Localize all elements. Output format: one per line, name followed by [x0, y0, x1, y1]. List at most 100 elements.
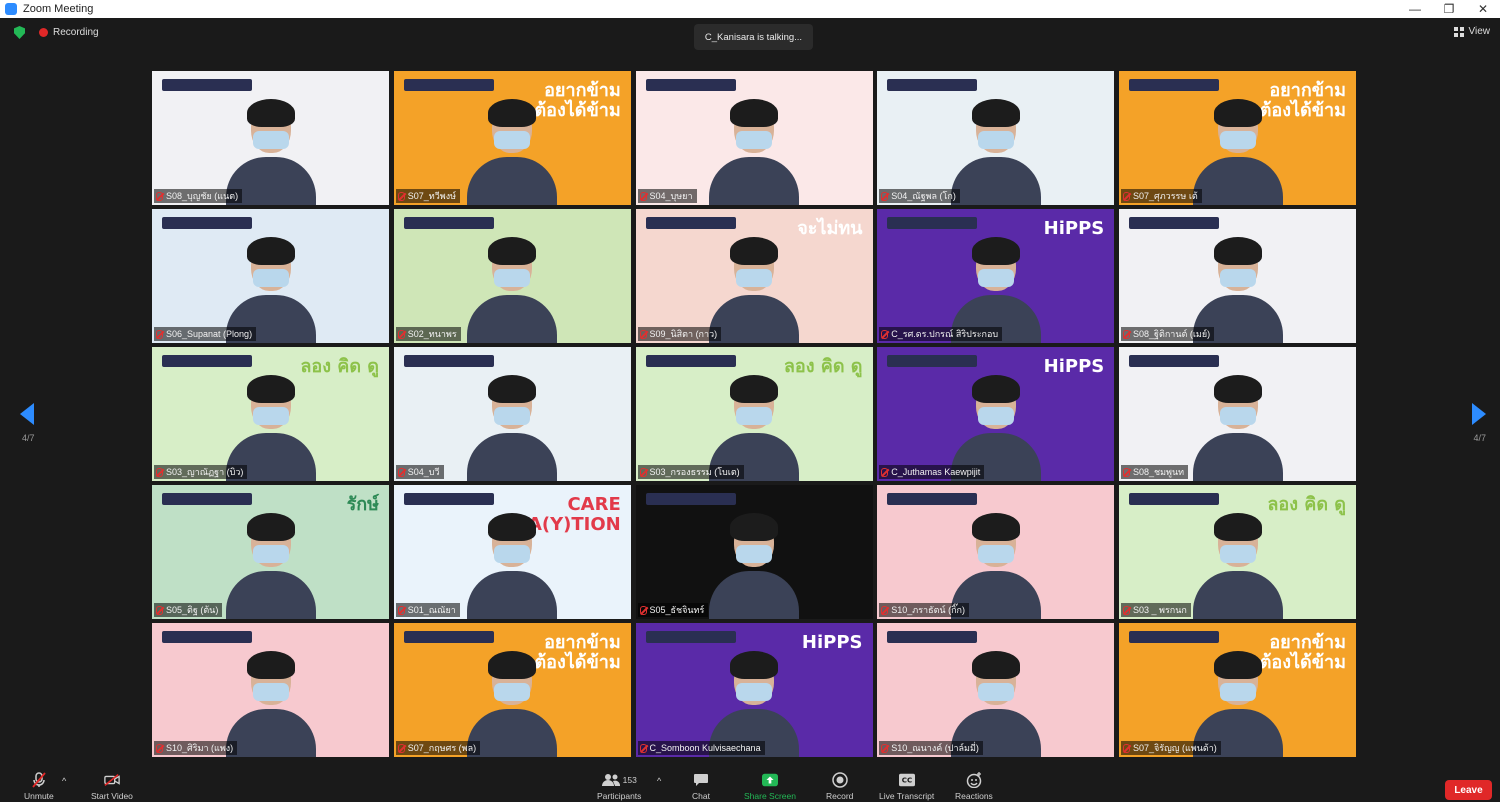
participant-name-label: C_Juthamas Kaewpijit — [879, 465, 985, 479]
muted-mic-icon — [1123, 191, 1130, 201]
muted-mic-icon — [397, 191, 405, 201]
muted-mic-icon — [1123, 743, 1130, 753]
participant-video-tile[interactable]: HiPPS C_รศ.ดร.ปกรณ์ สิริประกอบ — [877, 209, 1115, 343]
participant-video-tile[interactable]: HiPPS C_Somboon Kulvisaechana — [635, 623, 873, 757]
participant-name-text: S03_กรองธรรม (โบเต) — [649, 467, 740, 477]
background-banner — [403, 79, 494, 91]
participant-name-text: S05_ติฐ (ต้น) — [166, 605, 219, 615]
muted-mic-icon — [881, 605, 889, 615]
leave-button[interactable]: Leave — [1445, 780, 1492, 800]
participant-video-tile[interactable]: จะไม่ทน S09_นิสิตา (กาว) — [635, 209, 873, 343]
background-banner — [1129, 217, 1219, 229]
participant-video-tile[interactable]: S02_ทนาพร — [393, 209, 631, 343]
participant-video-tile[interactable]: ลอง คิด ดู S03_กรองธรรม (โบเต) — [635, 347, 873, 481]
participant-video-tile[interactable]: S04_บวี — [393, 347, 631, 481]
participant-video-tile[interactable]: รักษ์ S05_ติฐ (ต้น) — [152, 485, 389, 619]
participant-name-label: S08_บุญชัย (แนต) — [154, 189, 243, 203]
background-banner — [645, 631, 736, 643]
background-banner — [162, 79, 252, 91]
recording-dot-icon — [39, 28, 48, 37]
participant-silhouette — [467, 371, 558, 481]
muted-mic-icon — [639, 329, 647, 339]
participant-video-tile[interactable]: S06_Supanat (Plong) — [152, 209, 389, 343]
participant-name-label: C_Somboon Kulvisaechana — [637, 741, 765, 755]
participant-name-label: S07_จิรัญญ (แพนด้า) — [1121, 741, 1221, 755]
reactions-button[interactable]: Reactions — [955, 772, 993, 801]
participants-count: 153 — [622, 775, 637, 785]
participant-name-label: S03 _ พรกนก — [1121, 603, 1191, 617]
participant-video-tile[interactable]: S08_ฐิติกานต์ (เมย์) — [1119, 209, 1356, 343]
chat-button[interactable]: Chat — [692, 772, 710, 801]
muted-mic-icon — [397, 743, 405, 753]
participants-caret-icon[interactable]: ^ — [657, 776, 661, 786]
participant-video-tile[interactable]: HiPPS C_Juthamas Kaewpijit — [877, 347, 1115, 481]
participant-silhouette — [709, 95, 799, 205]
participant-video-tile[interactable]: อยากข้าม ต้องได้ข้าม S07_ทวีพงษ์ — [393, 71, 631, 205]
background-headline: HiPPS — [801, 632, 863, 653]
audio-options-caret-icon[interactable]: ^ — [62, 776, 66, 786]
participant-video-tile[interactable]: อยากข้าม ต้องได้ข้าม S07_กฤษศร (พล) — [393, 623, 631, 757]
participant-video-tile[interactable]: อยากข้าม ต้องได้ข้าม S07_ศุภวรรษ เต้ — [1119, 71, 1356, 205]
restore-button[interactable]: ❐ — [1432, 0, 1466, 18]
live-transcript-button[interactable]: CC Live Transcript — [879, 772, 934, 801]
participant-name-text: S01_ณณัยา — [407, 605, 456, 615]
participant-silhouette — [467, 233, 558, 343]
participant-video-tile[interactable]: S04_ณัฐพล (โก) — [877, 71, 1115, 205]
participant-silhouette — [709, 509, 799, 619]
close-button[interactable]: ✕ — [1466, 0, 1500, 18]
participant-video-tile[interactable]: S10_ภราธัตน์ (กิ๊ก) — [877, 485, 1115, 619]
participant-name-text: S07_จิรัญญ (แพนด้า) — [1133, 743, 1217, 753]
participant-video-tile[interactable]: CARE STA(Y)TION S01_ณณัยา — [393, 485, 631, 619]
participant-video-tile[interactable]: ลอง คิด ดู S03 _ พรกนก — [1119, 485, 1356, 619]
participant-name-text: S04_ณัฐพล (โก) — [891, 191, 956, 201]
participants-button[interactable]: 153 Participants — [597, 772, 641, 801]
minimize-button[interactable]: — — [1398, 0, 1432, 18]
muted-mic-icon — [156, 467, 163, 477]
previous-page-arrow-icon[interactable] — [20, 403, 34, 425]
participant-silhouette — [467, 647, 558, 757]
smiley-reaction-icon — [966, 772, 982, 788]
recording-indicator[interactable]: Recording — [39, 27, 99, 38]
participant-video-tile[interactable]: S10_ศิริมา (แพง) — [152, 623, 389, 757]
participant-name-text: S02_ทนาพร — [407, 329, 457, 339]
participant-name-text: S04_บวี — [407, 467, 440, 477]
participant-video-tile[interactable]: S05_ธัชจินทร์ — [635, 485, 873, 619]
participant-name-text: C_รศ.ดร.ปกรณ์ สิริประกอบ — [891, 329, 999, 339]
start-video-button[interactable]: Start Video — [91, 772, 133, 801]
muted-mic-icon — [397, 605, 405, 615]
background-banner — [645, 493, 736, 505]
participant-name-label: C_รศ.ดร.ปกรณ์ สิริประกอบ — [879, 327, 1003, 341]
background-banner — [887, 631, 978, 643]
view-button[interactable]: View — [1453, 26, 1490, 37]
participant-video-tile[interactable]: ลอง คิด ดู S03_ญาณัฏฐา (บิว) — [152, 347, 389, 481]
participant-video-tile[interactable]: S08_ชมพูนท — [1119, 347, 1356, 481]
participant-name-label: S07_ศุภวรรษ เต้ — [1121, 189, 1202, 203]
svg-text:CC: CC — [901, 776, 911, 785]
participant-silhouette — [1192, 371, 1283, 481]
participant-video-tile[interactable]: อยากข้าม ต้องได้ข้าม S07_จิรัญญ (แพนด้า) — [1119, 623, 1356, 757]
background-banner — [645, 355, 736, 367]
muted-mic-icon — [639, 467, 647, 477]
share-screen-button[interactable]: Share Screen — [744, 772, 796, 801]
next-page-arrow-icon[interactable] — [1472, 403, 1486, 425]
participant-silhouette — [225, 647, 316, 757]
participant-name-text: S08_ชมพูนท — [1133, 467, 1185, 477]
closed-caption-icon: CC — [898, 772, 915, 788]
participant-video-tile[interactable]: S10_ณนางค์ (ปาล์มมี่) — [877, 623, 1115, 757]
participant-video-tile[interactable]: S08_บุญชัย (แนต) — [152, 71, 389, 205]
zoom-app-icon — [5, 3, 17, 15]
participant-name-label: S03_กรองธรรม (โบเต) — [637, 465, 744, 479]
unmute-label: Unmute — [24, 791, 54, 801]
video-off-icon — [104, 772, 120, 788]
muted-mic-icon — [639, 743, 647, 753]
muted-mic-icon — [639, 605, 647, 615]
participant-silhouette — [950, 95, 1041, 205]
participant-video-tile[interactable]: S04_บุษยา — [635, 71, 873, 205]
participant-name-label: S08_ชมพูนท — [1121, 465, 1189, 479]
participant-name-text: C_Juthamas Kaewpijit — [891, 467, 981, 477]
muted-mic-icon — [1123, 605, 1130, 615]
unmute-button[interactable]: Unmute — [24, 772, 54, 801]
background-banner — [403, 217, 494, 229]
record-button[interactable]: Record — [826, 772, 853, 801]
security-shield-icon[interactable] — [14, 26, 25, 39]
